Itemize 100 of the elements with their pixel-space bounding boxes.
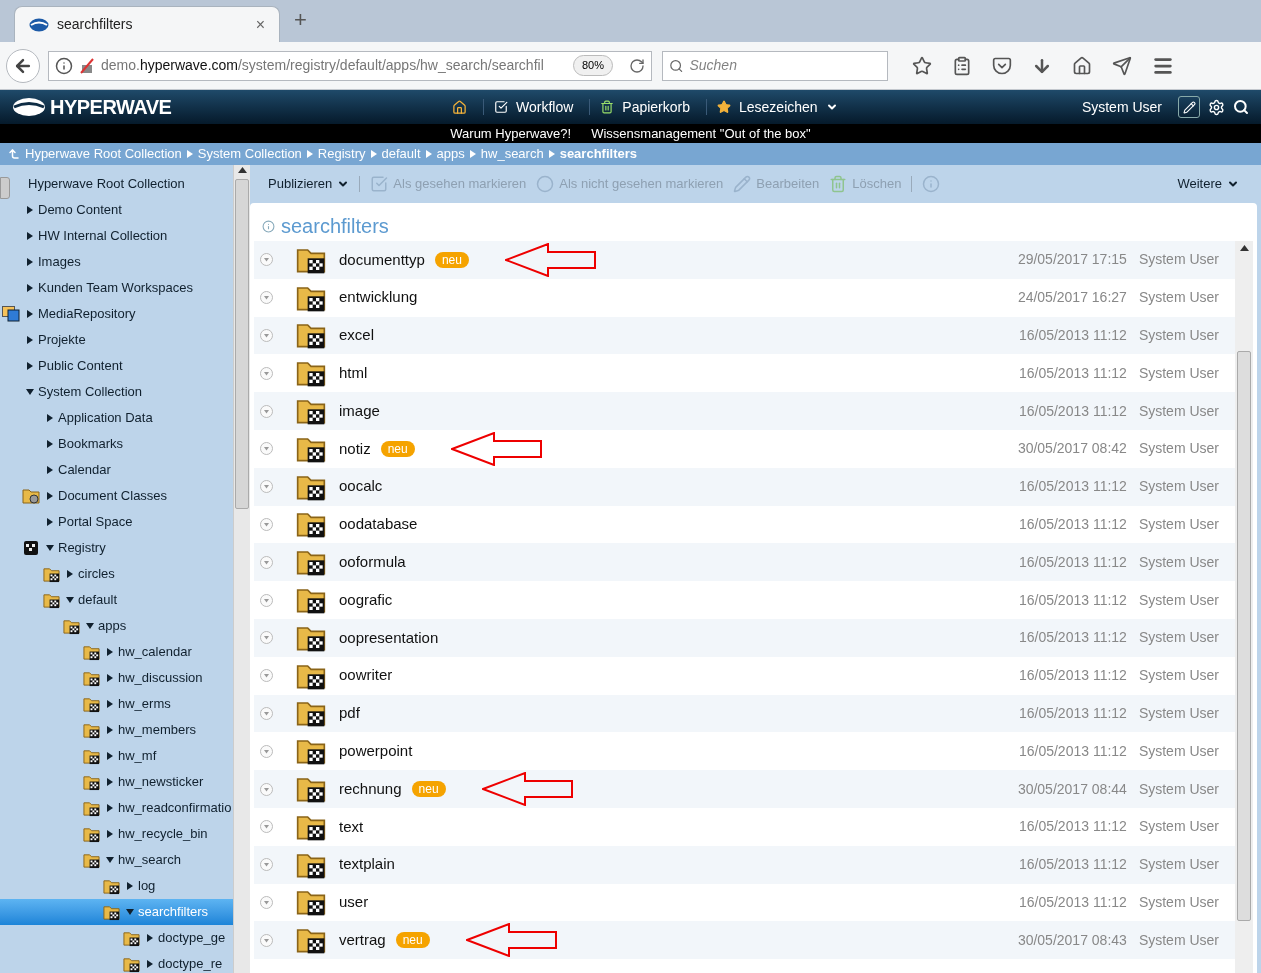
collapsed-triangle-icon[interactable] bbox=[46, 466, 54, 474]
tree-item[interactable]: MediaRepository bbox=[0, 301, 233, 327]
back-button[interactable] bbox=[6, 48, 40, 83]
tree-item[interactable]: hw_discussion bbox=[0, 665, 233, 691]
tree-item[interactable]: hw_newsticker bbox=[0, 769, 233, 795]
dropdown-circle-icon[interactable] bbox=[260, 631, 273, 645]
expanded-triangle-icon[interactable] bbox=[46, 544, 54, 552]
reload-icon[interactable] bbox=[629, 57, 645, 74]
tree-item[interactable]: System Collection bbox=[0, 379, 233, 405]
new-tab-button[interactable]: + bbox=[294, 3, 307, 36]
collapsed-triangle-icon[interactable] bbox=[26, 362, 34, 370]
expanded-triangle-icon[interactable] bbox=[106, 856, 114, 864]
collapsed-triangle-icon[interactable] bbox=[146, 934, 154, 942]
dropdown-circle-icon[interactable] bbox=[260, 517, 273, 531]
item-name[interactable]: notiz bbox=[339, 437, 371, 461]
nav-link[interactable]: Papierkorb bbox=[600, 96, 690, 118]
tree-item[interactable]: Application Data bbox=[0, 405, 233, 431]
list-row[interactable]: ooformula 16/05/2013 11:12 System User bbox=[254, 543, 1235, 582]
more-menu-button[interactable]: Weitere bbox=[1177, 174, 1239, 194]
dropdown-circle-icon[interactable] bbox=[260, 366, 273, 380]
user-name[interactable]: System User bbox=[1081, 96, 1162, 118]
item-name[interactable]: oocalc bbox=[339, 475, 383, 498]
item-name[interactable]: image bbox=[339, 399, 380, 423]
collapsed-triangle-icon[interactable] bbox=[106, 752, 114, 760]
nav-link[interactable]: Workflow bbox=[494, 96, 574, 118]
item-name[interactable]: entwicklung bbox=[339, 286, 418, 309]
tree-item[interactable]: Kunden Team Workspaces bbox=[0, 275, 233, 301]
edit-button[interactable] bbox=[1178, 96, 1200, 118]
dropdown-circle-icon[interactable] bbox=[260, 895, 273, 909]
dropdown-circle-icon[interactable] bbox=[260, 593, 273, 607]
tree-item[interactable]: HW Internal Collection bbox=[0, 223, 233, 249]
dropdown-circle-icon[interactable] bbox=[260, 669, 273, 683]
expanded-triangle-icon[interactable] bbox=[26, 388, 34, 396]
expanded-triangle-icon[interactable] bbox=[86, 622, 94, 630]
tree-item[interactable]: Registry bbox=[0, 535, 233, 561]
dropdown-circle-icon[interactable] bbox=[260, 933, 273, 947]
scroll-up-icon[interactable] bbox=[1239, 245, 1249, 251]
collapsed-triangle-icon[interactable] bbox=[46, 492, 54, 500]
reading-list-icon[interactable] bbox=[952, 55, 972, 76]
up-arrow-icon[interactable] bbox=[8, 148, 20, 160]
collapsed-triangle-icon[interactable] bbox=[106, 726, 114, 734]
item-name[interactable]: textplain bbox=[339, 853, 395, 876]
collapsed-triangle-icon[interactable] bbox=[46, 414, 54, 422]
tree-item[interactable]: Bookmarks bbox=[0, 431, 233, 457]
bookmark-star-icon[interactable] bbox=[912, 55, 932, 76]
close-tab-button[interactable]: × bbox=[255, 12, 265, 37]
list-row[interactable]: documenttyp neu 29/05/2017 17:15 System User bbox=[254, 241, 1235, 279]
item-name[interactable]: powerpoint bbox=[339, 740, 413, 763]
header-link[interactable]: Warum Hyperwave?! bbox=[450, 123, 572, 144]
item-name[interactable]: oopresentation bbox=[339, 626, 439, 650]
list-row[interactable]: oocalc 16/05/2013 11:12 System User bbox=[254, 467, 1235, 506]
nav-link[interactable]: Lesezeichen bbox=[717, 96, 838, 118]
tree-item[interactable]: log bbox=[0, 873, 233, 899]
collapsed-triangle-icon[interactable] bbox=[106, 700, 114, 708]
collapsed-triangle-icon[interactable] bbox=[26, 310, 34, 318]
list-row[interactable]: pdf 16/05/2013 11:12 System User bbox=[254, 694, 1235, 733]
search-input[interactable]: Suchen bbox=[689, 55, 881, 76]
collapsed-triangle-icon[interactable] bbox=[106, 804, 114, 812]
list-row[interactable]: vertrag neu 30/05/2017 08:43 System User bbox=[254, 921, 1235, 960]
dropdown-circle-icon[interactable] bbox=[260, 253, 273, 267]
dropdown-circle-icon[interactable] bbox=[260, 744, 273, 758]
list-row[interactable]: rechnung neu 30/05/2017 08:44 System User bbox=[254, 770, 1235, 808]
collapsed-triangle-icon[interactable] bbox=[26, 258, 34, 266]
item-name[interactable]: html bbox=[339, 362, 368, 385]
collapsed-triangle-icon[interactable] bbox=[26, 206, 34, 214]
collapsed-triangle-icon[interactable] bbox=[26, 336, 34, 344]
expanded-triangle-icon[interactable] bbox=[66, 596, 74, 604]
tree-item[interactable]: Demo Content bbox=[0, 197, 233, 223]
item-name[interactable]: vertrag bbox=[339, 929, 386, 952]
tree-item[interactable]: apps bbox=[0, 613, 233, 639]
list-row[interactable]: excel 16/05/2013 11:12 System User bbox=[254, 316, 1235, 355]
dropdown-circle-icon[interactable] bbox=[260, 404, 273, 418]
item-name[interactable]: excel bbox=[339, 324, 375, 347]
settings-icon[interactable] bbox=[1208, 98, 1225, 116]
tree-item[interactable]: doctype_re bbox=[0, 951, 233, 973]
item-name[interactable]: documenttyp bbox=[339, 248, 425, 272]
dropdown-circle-icon[interactable] bbox=[260, 706, 273, 720]
dropdown-circle-icon[interactable] bbox=[260, 858, 273, 872]
item-name[interactable]: user bbox=[339, 891, 369, 914]
tree-item[interactable]: Calendar bbox=[0, 457, 233, 483]
search-icon[interactable] bbox=[1233, 99, 1249, 115]
collapsed-triangle-icon[interactable] bbox=[26, 284, 34, 292]
collapsed-triangle-icon[interactable] bbox=[106, 778, 114, 786]
scroll-up-icon[interactable] bbox=[237, 167, 247, 173]
tree-item[interactable]: circles bbox=[0, 561, 233, 587]
send-icon[interactable] bbox=[1112, 55, 1132, 76]
address-bar[interactable]: demo.hyperwave.com/system/registry/default/apps/hw_search/searchfil 80% bbox=[48, 50, 652, 81]
tree-item[interactable]: default bbox=[0, 587, 233, 613]
list-row[interactable]: oopresentation 16/05/2013 11:12 System User bbox=[254, 618, 1235, 657]
collapsed-triangle-icon[interactable] bbox=[66, 570, 74, 578]
item-name[interactable]: text bbox=[339, 815, 364, 839]
tree-item[interactable]: hw_mf bbox=[0, 743, 233, 769]
dropdown-circle-icon[interactable] bbox=[260, 480, 273, 494]
scrollbar[interactable] bbox=[233, 165, 250, 973]
tree-item[interactable]: hw_members bbox=[0, 717, 233, 743]
zoom-level[interactable]: 80% bbox=[572, 55, 613, 76]
home-icon[interactable] bbox=[1072, 55, 1092, 76]
collapsed-triangle-icon[interactable] bbox=[26, 232, 34, 240]
tree-item[interactable]: hw_search bbox=[0, 847, 233, 873]
tree-item[interactable]: hw_calendar bbox=[0, 639, 233, 665]
